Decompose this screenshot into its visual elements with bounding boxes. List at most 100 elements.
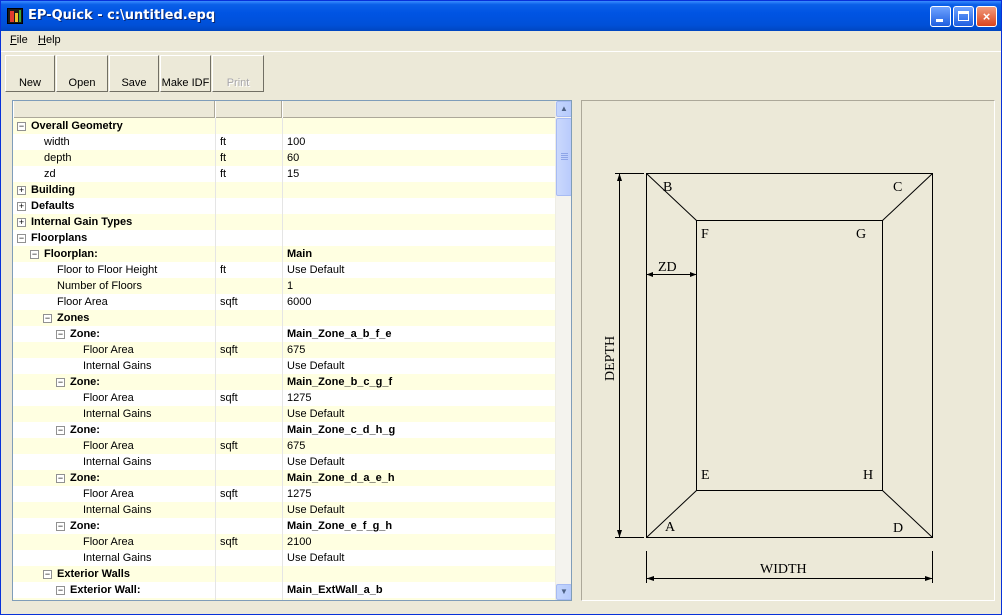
minimize-button[interactable] bbox=[930, 6, 951, 27]
tree-row[interactable]: Floor Area sqft 1275 bbox=[13, 390, 556, 406]
open-button[interactable]: Open bbox=[56, 55, 108, 92]
expand-icon[interactable]: + bbox=[17, 202, 26, 211]
expand-icon[interactable]: + bbox=[17, 186, 26, 195]
tree-row[interactable]: − Zone: Main_Zone_c_d_h_g bbox=[13, 422, 556, 438]
tree-row[interactable]: − Exterior Wall: Main_ExtWall_a_b bbox=[13, 582, 556, 598]
tree-row[interactable]: Floor Area sqft 6000 bbox=[13, 294, 556, 310]
tree-row[interactable]: Floor Area sqft 2100 bbox=[13, 534, 556, 550]
tree-row[interactable]: − Zone: Main_Zone_e_f_g_h bbox=[13, 518, 556, 534]
tree-row-value[interactable]: Use Default bbox=[282, 598, 556, 600]
tree-row[interactable]: Floor Area sqft 675 bbox=[13, 342, 556, 358]
tree-row-label-cell: Number of Floors bbox=[13, 278, 215, 294]
collapse-icon[interactable]: − bbox=[43, 570, 52, 579]
tree-row[interactable]: Internal Gains Use Default bbox=[13, 358, 556, 374]
tree-row-label: zd bbox=[44, 168, 56, 180]
vertical-scrollbar[interactable]: ▲ ▼ bbox=[555, 101, 571, 600]
tree-row-value[interactable]: Use Default bbox=[282, 550, 556, 566]
collapse-icon[interactable]: − bbox=[56, 522, 65, 531]
tree-row-value[interactable]: Main_Zone_d_a_e_h bbox=[282, 470, 556, 486]
collapse-icon[interactable]: − bbox=[56, 330, 65, 339]
scroll-thumb[interactable] bbox=[556, 118, 571, 196]
tree-row-value[interactable]: Use Default bbox=[282, 262, 556, 278]
tree-row-value[interactable]: Main_Zone_c_d_h_g bbox=[282, 422, 556, 438]
tree-row[interactable]: Floor Area sqft 1275 bbox=[13, 486, 556, 502]
tree-row[interactable]: Number of Floors 1 bbox=[13, 278, 556, 294]
collapse-icon[interactable]: − bbox=[56, 586, 65, 595]
tree-row[interactable]: width ft 100 bbox=[13, 134, 556, 150]
new-button[interactable]: New bbox=[5, 55, 55, 92]
column-header-value[interactable] bbox=[282, 101, 556, 118]
collapse-icon[interactable]: − bbox=[56, 426, 65, 435]
tree-row-value[interactable]: 675 bbox=[282, 438, 556, 454]
tree-row-value[interactable]: 60 bbox=[282, 150, 556, 166]
tree-row-value[interactable]: 6000 bbox=[282, 294, 556, 310]
tree-row[interactable]: − Overall Geometry bbox=[13, 118, 556, 134]
collapse-icon[interactable]: − bbox=[56, 378, 65, 387]
app-icon[interactable] bbox=[7, 8, 23, 24]
tree-row[interactable]: + Internal Gain Types bbox=[13, 214, 556, 230]
tree-row[interactable]: Internal Gains Use Default bbox=[13, 502, 556, 518]
tree-row[interactable]: Construction Use Default bbox=[13, 598, 556, 600]
tree-row-value[interactable]: 1 bbox=[282, 278, 556, 294]
expand-icon[interactable]: + bbox=[17, 218, 26, 227]
tree-row-value[interactable] bbox=[282, 118, 556, 134]
tree-row-value[interactable] bbox=[282, 182, 556, 198]
tree-row[interactable]: + Defaults bbox=[13, 198, 556, 214]
tree-row[interactable]: Floor to Floor Height ft Use Default bbox=[13, 262, 556, 278]
menu-file[interactable]: File bbox=[10, 34, 28, 46]
tree-row-value[interactable]: Use Default bbox=[282, 502, 556, 518]
tree-row[interactable]: Internal Gains Use Default bbox=[13, 550, 556, 566]
tree-row-value[interactable]: Main bbox=[282, 246, 556, 262]
tree-row[interactable]: − Exterior Walls bbox=[13, 566, 556, 582]
collapse-icon[interactable]: − bbox=[30, 250, 39, 259]
scroll-up-button[interactable]: ▲ bbox=[556, 101, 571, 117]
maximize-button[interactable] bbox=[953, 6, 974, 27]
tree-row-value[interactable]: 1275 bbox=[282, 486, 556, 502]
tree-row-value[interactable]: Main_ExtWall_a_b bbox=[282, 582, 556, 598]
collapse-icon[interactable]: − bbox=[17, 234, 26, 243]
property-tree[interactable]: − Overall Geometry width ft 100 depth ft 60 zd ft… bbox=[12, 100, 572, 601]
tree-row[interactable]: Internal Gains Use Default bbox=[13, 406, 556, 422]
tree-row-value[interactable]: 2100 bbox=[282, 534, 556, 550]
column-header-name[interactable] bbox=[13, 101, 215, 118]
tree-row-value[interactable] bbox=[282, 214, 556, 230]
tree-row[interactable]: − Floorplans bbox=[13, 230, 556, 246]
tree-row-value[interactable]: Use Default bbox=[282, 406, 556, 422]
tree-row[interactable]: − Zone: Main_Zone_a_b_f_e bbox=[13, 326, 556, 342]
tree-row[interactable]: − Zone: Main_Zone_b_c_g_f bbox=[13, 374, 556, 390]
tree-row-value[interactable] bbox=[282, 566, 556, 582]
outer-perimeter bbox=[646, 173, 933, 538]
tree-row-value[interactable]: 1275 bbox=[282, 390, 556, 406]
tree-row[interactable]: depth ft 60 bbox=[13, 150, 556, 166]
save-button[interactable]: Save bbox=[109, 55, 159, 92]
tree-row[interactable]: − Zones bbox=[13, 310, 556, 326]
menu-help[interactable]: Help bbox=[38, 34, 61, 46]
collapse-icon[interactable]: − bbox=[17, 122, 26, 131]
tree-row-value[interactable]: Use Default bbox=[282, 454, 556, 470]
tree-row-value[interactable]: Main_Zone_b_c_g_f bbox=[282, 374, 556, 390]
collapse-icon[interactable]: − bbox=[56, 474, 65, 483]
tree-row[interactable]: Internal Gains Use Default bbox=[13, 454, 556, 470]
tree-row-value[interactable] bbox=[282, 310, 556, 326]
tree-row-value[interactable]: Main_Zone_a_b_f_e bbox=[282, 326, 556, 342]
tree-row[interactable]: zd ft 15 bbox=[13, 166, 556, 182]
tree-row-value[interactable] bbox=[282, 230, 556, 246]
tree-row-value[interactable]: 675 bbox=[282, 342, 556, 358]
column-header-unit[interactable] bbox=[215, 101, 282, 118]
tree-row-value[interactable]: Main_Zone_e_f_g_h bbox=[282, 518, 556, 534]
tree-row[interactable]: Floor Area sqft 675 bbox=[13, 438, 556, 454]
tree-row-value[interactable] bbox=[282, 198, 556, 214]
scroll-down-button[interactable]: ▼ bbox=[556, 584, 571, 600]
tree-row[interactable]: − Floorplan: Main bbox=[13, 246, 556, 262]
title-bar[interactable]: EP-Quick - c:\untitled.epq × bbox=[1, 1, 1001, 31]
tree-row-value[interactable]: Use Default bbox=[282, 358, 556, 374]
tree-row-value[interactable]: 15 bbox=[282, 166, 556, 182]
tree-row-value[interactable]: 100 bbox=[282, 134, 556, 150]
make-idf-button[interactable]: Make IDF bbox=[160, 55, 211, 92]
collapse-icon[interactable]: − bbox=[43, 314, 52, 323]
tree-row-label: Number of Floors bbox=[57, 280, 142, 292]
close-button[interactable]: × bbox=[976, 6, 997, 27]
tree-row[interactable]: + Building bbox=[13, 182, 556, 198]
tree-row[interactable]: − Zone: Main_Zone_d_a_e_h bbox=[13, 470, 556, 486]
print-button[interactable]: Print bbox=[212, 55, 264, 92]
